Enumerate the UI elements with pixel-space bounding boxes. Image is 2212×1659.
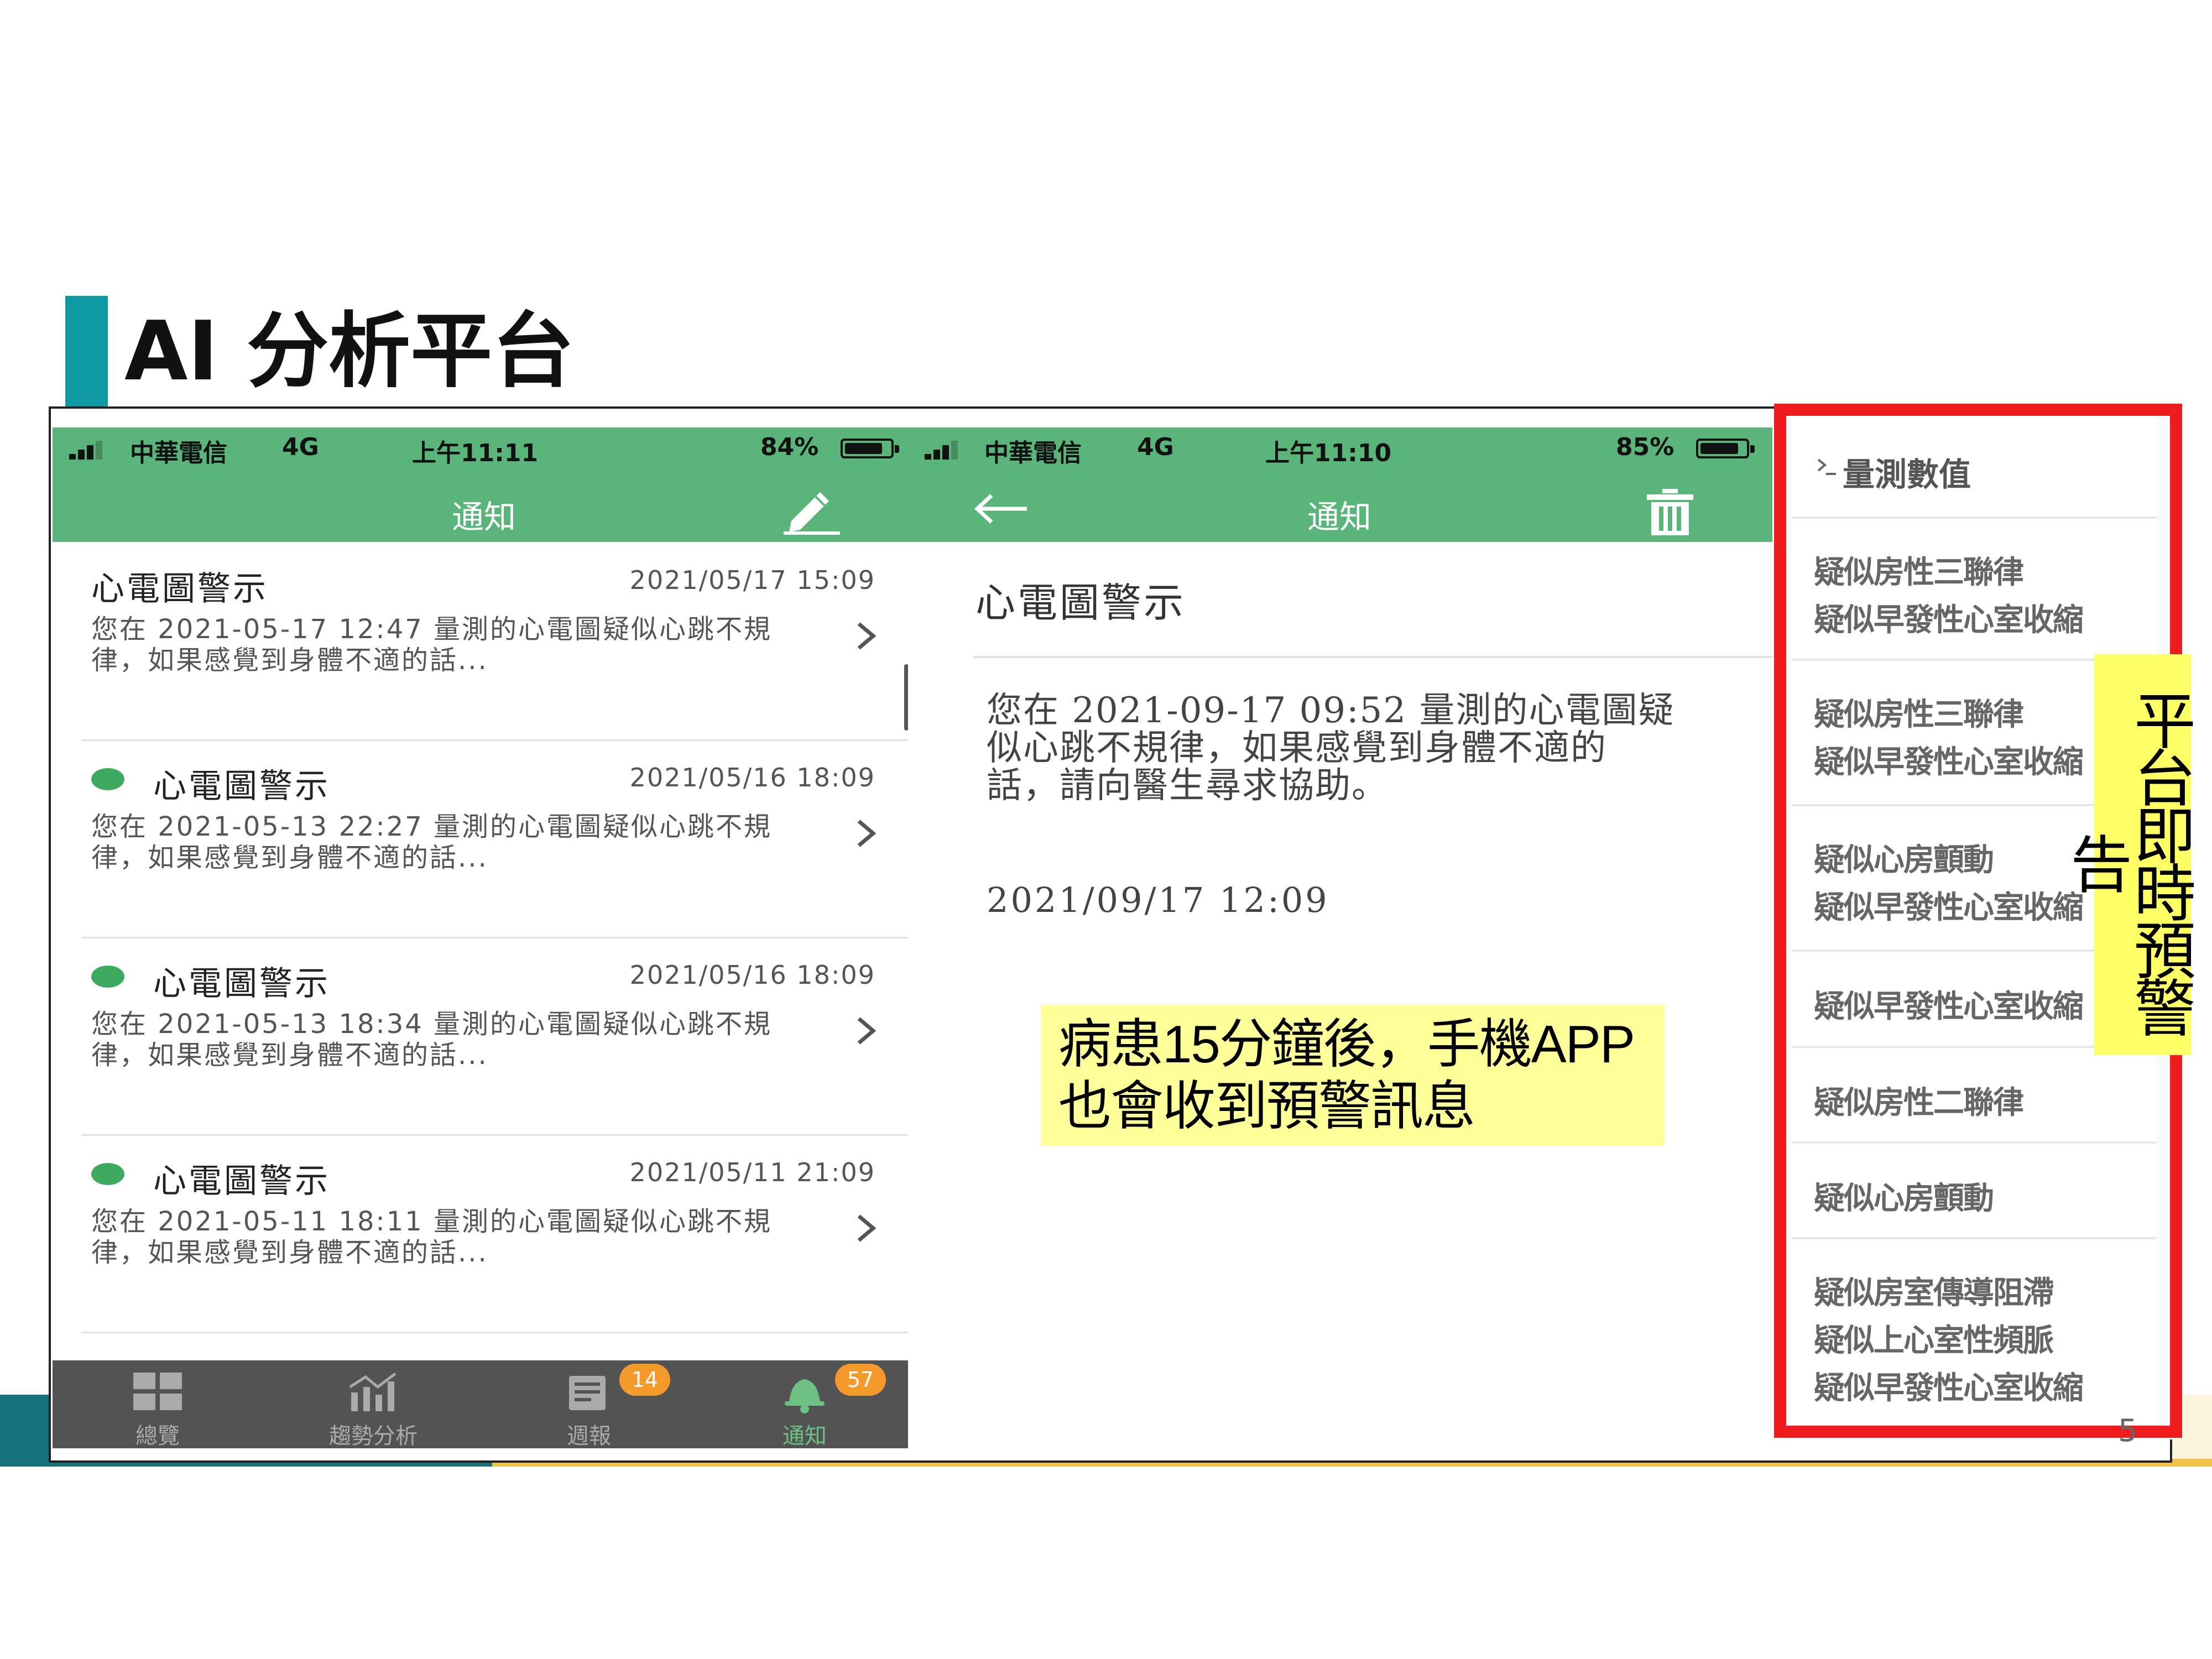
notification-detail-screen: 中華電信 4G 上午11:10 85% 通知 心電圖警示 您在 2021-09-…: [908, 427, 1772, 1448]
detail-timestamp: 2021/09/17 12:09: [987, 880, 1329, 920]
notification-title: 心電圖警示: [153, 1162, 330, 1201]
back-arrow-icon[interactable]: [972, 492, 1032, 525]
detail-message: 您在 2021-09-17 09:52 量測的心電圖疑似心跳不規律，如果感覺到身…: [987, 690, 1675, 806]
trend-chart-icon: [349, 1373, 397, 1411]
tab-trend-analysis[interactable]: 趨勢分析: [268, 1360, 478, 1448]
slide-title: AI 分析平台: [124, 304, 575, 399]
clock: 上午11:10: [1265, 439, 1392, 467]
trash-icon[interactable]: [1644, 488, 1697, 536]
notification-title: 心電圖警示: [91, 570, 268, 608]
tab-label: 通知: [782, 1423, 827, 1448]
notification-timestamp: 2021/05/11 21:09: [629, 1157, 875, 1187]
bottom-tab-bar: 總覽 趨勢分析 14 週報 57 通知: [53, 1360, 908, 1448]
signal-icon: [69, 441, 108, 460]
tab-label: 總覽: [135, 1423, 180, 1448]
battery-icon: [841, 439, 899, 458]
unread-dot-icon: [91, 768, 124, 790]
chevron-right-icon: [857, 820, 877, 847]
tab-label: 趨勢分析: [329, 1423, 418, 1448]
notification-item[interactable]: 心電圖警示 2021/05/16 18:09 您在 2021-05-13 22:…: [81, 739, 908, 938]
page-number: 5: [2118, 1413, 2138, 1449]
detail-title: 心電圖警示: [975, 580, 1186, 626]
unread-dot-icon: [91, 966, 124, 988]
notification-item[interactable]: 心電圖警示 2021/05/16 18:09 您在 2021-05-13 18:…: [81, 937, 908, 1136]
scrollbar-thumb[interactable]: [904, 664, 908, 731]
bell-icon: [785, 1379, 825, 1413]
notification-timestamp: 2021/05/16 18:09: [629, 763, 875, 792]
notification-preview: 您在 2021-05-17 12:47 量測的心電圖疑似心跳不規律，如果感覺到身…: [91, 614, 773, 676]
notification-title: 心電圖警示: [153, 767, 330, 806]
dashboard-icon: [133, 1373, 182, 1410]
notification-item[interactable]: 心電圖警示 2021/05/11 21:09 您在 2021-05-11 18:…: [81, 1134, 908, 1333]
status-bar: 中華電信 4G 上午11:10 85%: [908, 427, 1772, 470]
carrier-label: 中華電信: [984, 439, 1082, 467]
notification-preview: 您在 2021-05-13 22:27 量測的心電圖疑似心跳不規律，如果感覺到身…: [91, 811, 773, 873]
edit-icon[interactable]: [781, 487, 842, 535]
signal-icon: [925, 441, 963, 460]
carrier-label: 中華電信: [130, 439, 227, 467]
chevron-right-icon: [857, 622, 877, 650]
tab-notifications[interactable]: 57 通知: [700, 1360, 908, 1448]
nav-title: 通知: [451, 498, 516, 536]
title-accent-bar: [65, 296, 108, 406]
notification-list-screen: 中華電信 4G 上午11:11 84% 通知 心電圖警示 2021/05/17 …: [53, 427, 908, 1448]
network-label: 4G: [1137, 433, 1174, 461]
report-icon: [569, 1376, 606, 1410]
tab-weekly-report[interactable]: 14 週報: [484, 1360, 694, 1448]
divider: [973, 656, 1772, 658]
annotation-callout: 病患15分鐘後，手機APP 也會收到預警訊息: [1041, 1005, 1665, 1146]
notification-preview: 您在 2021-05-11 18:11 量測的心電圖疑似心跳不規律，如果感覺到身…: [91, 1206, 773, 1268]
nav-bar: 通知: [53, 470, 908, 542]
chevron-right-icon: [857, 1017, 877, 1045]
notification-preview: 您在 2021-05-13 18:34 量測的心電圖疑似心跳不規律，如果感覺到身…: [91, 1009, 773, 1071]
battery-icon: [1696, 439, 1755, 458]
tab-overview[interactable]: 總覽: [53, 1360, 263, 1448]
tab-label: 週報: [567, 1423, 611, 1448]
notification-badge: 57: [835, 1364, 886, 1396]
notification-timestamp: 2021/05/17 15:09: [629, 565, 875, 595]
status-bar: 中華電信 4G 上午11:11 84%: [53, 427, 908, 470]
unread-dot-icon: [91, 1163, 124, 1185]
notification-timestamp: 2021/05/16 18:09: [629, 960, 875, 990]
callout-line: 也會收到預警訊息: [1058, 1077, 1475, 1136]
chevron-right-icon: [857, 1214, 877, 1242]
clock: 上午11:11: [412, 439, 539, 467]
callout-line: 病患15分鐘後，手機APP: [1058, 1015, 1635, 1074]
network-label: 4G: [282, 433, 319, 461]
notification-title: 心電圖警示: [153, 964, 330, 1003]
notification-item[interactable]: 心電圖警示 2021/05/17 15:09 您在 2021-05-17 12:…: [81, 542, 908, 741]
vertical-annotation-text: 平台即時預警告: [2060, 688, 2195, 1034]
weekly-report-badge: 14: [619, 1364, 670, 1396]
nav-title: 通知: [1307, 498, 1371, 536]
vertical-annotation: 平台即時預警告: [2060, 654, 2195, 1055]
battery-percent: 84%: [760, 433, 819, 461]
battery-percent: 85%: [1616, 433, 1674, 461]
nav-bar: 通知: [908, 470, 1772, 542]
